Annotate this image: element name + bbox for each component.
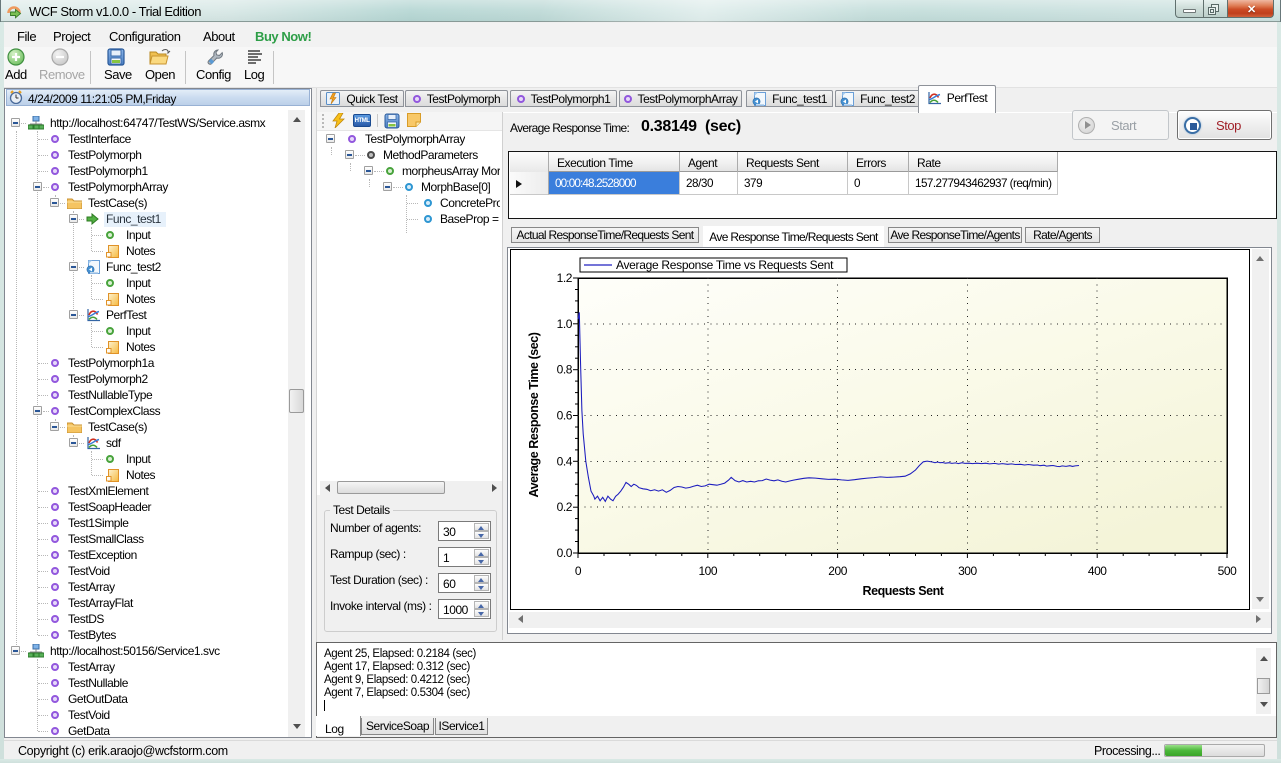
svg-text:1.2: 1.2 — [557, 271, 573, 285]
svg-text:200: 200 — [828, 564, 847, 578]
svg-text:500: 500 — [1218, 564, 1237, 578]
svg-text:0.8: 0.8 — [557, 363, 573, 377]
svg-text:0.6: 0.6 — [557, 409, 573, 423]
svg-text:0.4: 0.4 — [557, 454, 573, 468]
svg-text:0: 0 — [575, 564, 582, 578]
svg-text:100: 100 — [698, 564, 717, 578]
svg-text:Requests Sent: Requests Sent — [863, 584, 945, 598]
svg-text:Average Response Time (sec): Average Response Time (sec) — [527, 332, 541, 497]
svg-text:Average Response Time vs Reque: Average Response Time vs Requests Sent — [616, 258, 834, 272]
svg-text:0.0: 0.0 — [557, 546, 573, 560]
svg-text:300: 300 — [958, 564, 977, 578]
svg-text:1.0: 1.0 — [557, 317, 573, 331]
svg-text:0.2: 0.2 — [557, 500, 573, 514]
svg-text:400: 400 — [1088, 564, 1107, 578]
